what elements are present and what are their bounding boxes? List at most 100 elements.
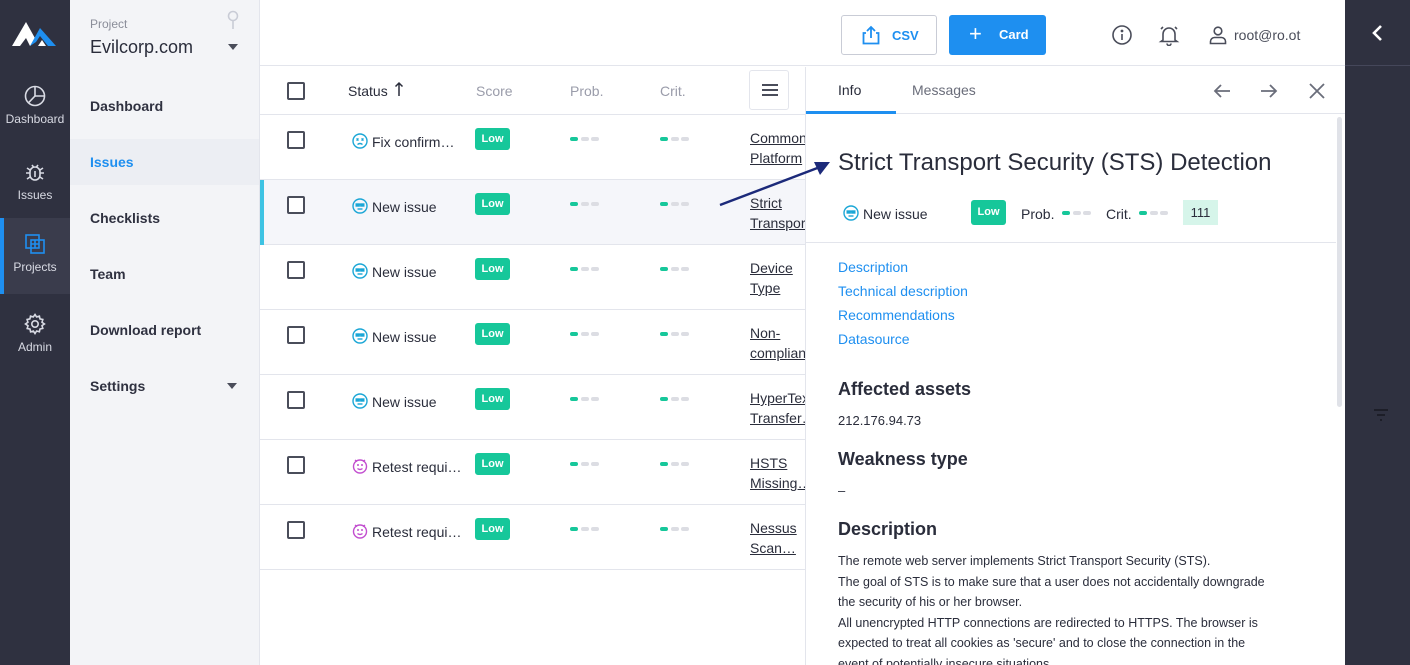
gear-icon [24,313,46,335]
issue-detail-panel: Info Messages Strict Transport Security … [805,67,1345,665]
issue-name-link[interactable]: Non-compliant [750,323,805,363]
asset-count-badge: 111 [1183,200,1218,225]
row-checkbox[interactable] [287,456,305,474]
user-icon[interactable] [1207,24,1229,46]
score-badge: Low [475,453,510,475]
issue-row[interactable]: New issue Low Strict Transport [260,180,805,245]
project-selector[interactable]: Evilcorp.com [90,37,193,58]
close-icon[interactable] [1306,80,1328,102]
link-datasource[interactable]: Datasource [838,331,910,347]
issue-row[interactable]: Retest requi… Low HSTS Missing… [260,440,805,505]
csv-label: CSV [892,28,919,43]
right-rail-header [1345,0,1410,66]
nav-item-team[interactable]: Team [70,251,259,297]
rail-item-admin[interactable]: Admin [0,308,70,384]
pin-icon[interactable] [226,10,240,30]
add-card-button[interactable]: + Card [949,15,1046,55]
row-status[interactable]: New issue [372,394,437,410]
crit-meter [660,202,690,206]
issues-list: Status Score Prob. Crit. Fix confirm… Low… [260,67,805,665]
prob-label: Prob. [1021,206,1055,222]
issue-name-link[interactable]: Common Platform [750,128,805,168]
nav-item-issues[interactable]: Issues [70,139,259,185]
retest-icon [352,523,368,539]
new-issue-icon [352,198,368,214]
issue-name-link[interactable]: HyperText Transfer… [750,388,805,428]
link-description[interactable]: Description [838,259,908,275]
chevron-down-icon[interactable] [228,44,238,50]
rail-item-projects[interactable]: Projects [0,218,70,294]
issue-name-link[interactable]: Device Type [750,258,805,298]
issue-name-link[interactable]: HSTS Missing… [750,453,805,493]
link-recommendations[interactable]: Recommendations [838,307,955,323]
tab-info[interactable]: Info [838,82,861,98]
user-menu[interactable]: root@ro.ot [1234,27,1300,43]
issue-row[interactable]: New issue Low Non-compliant [260,310,805,375]
affected-asset-value: 212.176.94.73 [838,413,922,428]
select-all-checkbox[interactable] [287,82,305,100]
description-line: The remote web server implements Strict … [838,554,1211,568]
description-heading: Description [838,519,938,539]
tab-messages[interactable]: Messages [912,82,976,98]
new-issue-icon [843,205,859,221]
row-checkbox[interactable] [287,196,305,214]
prob-meter [570,267,600,271]
columns-menu-button[interactable] [749,70,789,110]
nav-item-dashboard[interactable]: Dashboard [70,83,259,129]
column-prob-header[interactable]: Prob. [570,83,603,99]
row-status[interactable]: New issue [372,329,437,345]
column-crit-header[interactable]: Crit. [660,83,686,99]
score-badge: Low [971,200,1006,225]
column-status-header[interactable]: Status [348,83,388,99]
project-nav: Project Evilcorp.com Dashboard Issues Ch… [70,0,260,665]
filter-icon[interactable] [1371,406,1391,424]
chevron-left-icon[interactable] [1369,23,1387,43]
prob-meter [570,462,600,466]
arrow-left-icon[interactable] [1211,80,1233,102]
app-logo[interactable] [12,20,58,50]
detail-scrollbar[interactable] [1337,117,1342,407]
issue-name-link[interactable]: Strict Transport [750,193,805,233]
issue-row[interactable]: Retest requi… Low Nessus Scan… [260,505,805,570]
row-status[interactable]: New issue [372,199,437,215]
link-technical-description[interactable]: Technical description [838,283,968,299]
score-badge: Low [475,128,510,150]
issue-name-link[interactable]: Nessus Scan… [750,518,805,558]
rail-label-admin: Admin [17,340,52,354]
issue-name-line: Strict [750,195,782,211]
score-badge: Low [475,193,510,215]
score-badge: Low [475,258,510,280]
column-score-header[interactable]: Score [476,83,513,99]
arrow-right-icon[interactable] [1258,80,1280,102]
row-status[interactable]: Fix confirm… [372,134,454,150]
nav-item-download-report[interactable]: Download report [70,307,259,353]
row-checkbox[interactable] [287,131,305,149]
nav-item-checklists[interactable]: Checklists [70,195,259,241]
issue-row[interactable]: New issue Low HyperText Transfer… [260,375,805,440]
main-rail: Dashboard Issues Projects Admin [0,0,70,665]
row-status[interactable]: New issue [372,264,437,280]
crit-meter [660,527,690,531]
issue-row[interactable]: New issue Low Device Type [260,245,805,310]
issue-row[interactable]: Fix confirm… Low Common Platform [260,115,805,180]
new-issue-icon [352,393,368,409]
sort-ascending-icon[interactable] [394,81,404,97]
export-csv-button[interactable]: CSV [841,15,937,55]
row-checkbox[interactable] [287,261,305,279]
export-icon [862,25,880,45]
row-status[interactable]: Retest requi… [372,459,461,475]
nav-item-settings[interactable]: Settings [70,363,259,409]
bell-icon[interactable] [1158,24,1180,46]
issue-name-line: compliant [750,345,805,361]
row-status[interactable]: Retest requi… [372,524,461,540]
dashboard-icon [24,85,46,107]
row-checkbox[interactable] [287,326,305,344]
info-icon[interactable] [1111,24,1133,46]
row-checkbox[interactable] [287,391,305,409]
rail-item-dashboard[interactable]: Dashboard [0,80,70,156]
rail-label-projects: Projects [13,260,57,274]
issue-title: Strict Transport Security (STS) Detectio… [838,149,1272,176]
crit-label: Crit. [1106,206,1132,222]
issue-status[interactable]: New issue [863,206,928,222]
row-checkbox[interactable] [287,521,305,539]
